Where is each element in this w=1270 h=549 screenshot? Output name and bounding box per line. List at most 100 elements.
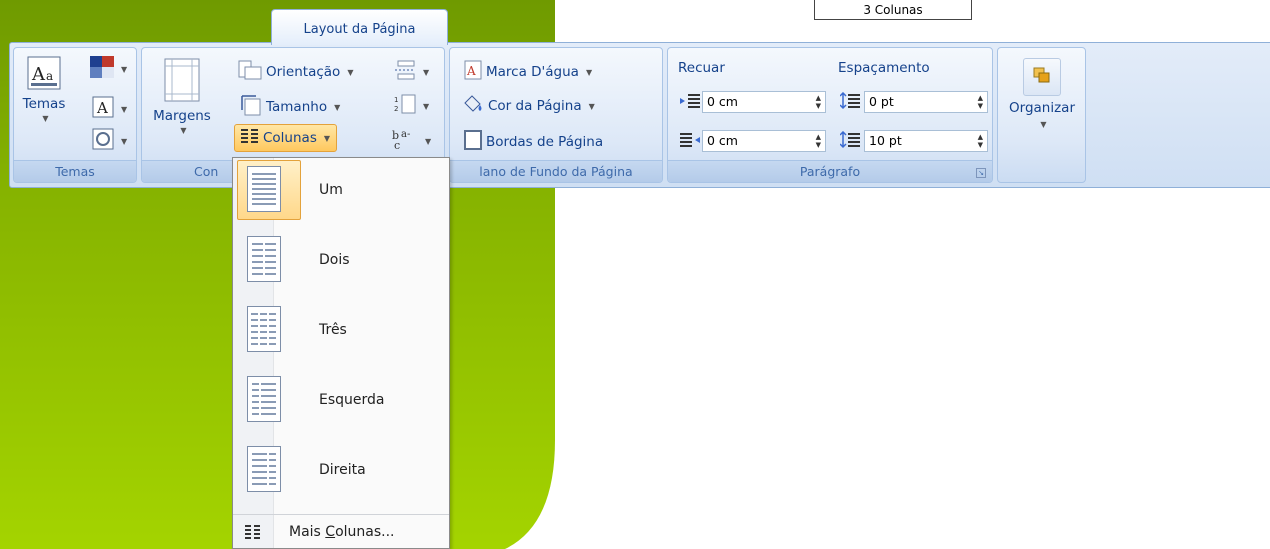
indent-right-value: 0 cm — [707, 133, 738, 148]
group-plano-de-fundo: A Marca D'água ▼ Cor da Página ▼ Bordas … — [449, 47, 663, 183]
more-columns-suffix: olunas... — [335, 524, 395, 540]
watermark-button[interactable]: A Marca D'água ▼ — [464, 60, 592, 84]
svg-text:1: 1 — [394, 96, 398, 104]
theme-colors-icon — [90, 56, 114, 82]
spacing-after-input[interactable]: 10 pt ▲ ▼ — [864, 130, 988, 152]
chevron-down-icon: ▼ — [121, 64, 128, 74]
indent-right-icon — [680, 133, 700, 153]
columns-caption-label: 3 Colunas — [814, 0, 972, 20]
right-column-icon — [247, 446, 281, 492]
theme-colors-button[interactable]: ▼ — [90, 56, 127, 82]
ribbon: Aa Temas ▼ ▼ A ▼ ▼ Temas Margens ▼ Orient… — [9, 42, 1270, 188]
margins-button[interactable]: Margens ▼ — [152, 58, 212, 135]
line-numbers-button[interactable]: 1 2 ▼ — [394, 94, 429, 118]
margins-label: Margens — [153, 108, 211, 124]
menu-item-label: Três — [319, 322, 347, 338]
svg-text:c: c — [394, 139, 400, 150]
group-label-temas: Temas — [14, 160, 136, 182]
columns-icon — [245, 525, 261, 543]
indent-left-icon — [680, 94, 700, 114]
theme-effects-icon — [92, 128, 114, 154]
chevron-down-icon: ▼ — [585, 67, 593, 77]
svg-text:a-: a- — [401, 129, 410, 140]
arrange-button[interactable]: Organizar ▼ — [1002, 58, 1082, 129]
spinner-arrows-icon[interactable]: ▲ ▼ — [816, 94, 821, 110]
group-temas: Aa Temas ▼ ▼ A ▼ ▼ Temas — [13, 47, 137, 183]
spinner-arrows-icon[interactable]: ▲ ▼ — [816, 133, 821, 149]
size-label: Tamanho — [266, 99, 328, 115]
spinner-arrows-icon[interactable]: ▲ ▼ — [978, 133, 983, 149]
columns-button[interactable]: Colunas ▼ — [234, 124, 338, 152]
tab-page-layout[interactable]: Layout da Página — [271, 9, 448, 45]
group-paragrafo: Recuar Espaçamento 0 cm ▲ ▼ 0 cm ▲ ▼ 0 pt ▲ ▼ … — [667, 47, 993, 183]
theme-fonts-icon: A — [92, 96, 114, 122]
arrange-icon — [1023, 58, 1061, 96]
watermark-label: Marca D'água — [486, 64, 579, 80]
chevron-down-icon: ▼ — [425, 136, 432, 146]
menu-item-dois[interactable]: Dois — [235, 228, 447, 292]
themes-button[interactable]: Aa Temas ▼ — [20, 56, 68, 138]
menu-item-direita[interactable]: Direita — [235, 438, 447, 502]
spacing-before-input[interactable]: 0 pt ▲ ▼ — [864, 91, 988, 113]
hyphenation-button[interactable]: b a-c ▼ — [392, 128, 431, 154]
spacing-after-value: 10 pt — [869, 133, 902, 148]
group-label-plano-de-fundo: lano de Fundo da Página — [450, 160, 662, 182]
svg-text:A: A — [96, 99, 108, 117]
spacing-before-value: 0 pt — [869, 94, 894, 109]
paint-bucket-icon — [462, 94, 484, 118]
svg-text:a: a — [46, 69, 53, 83]
chevron-down-icon: ▼ — [1040, 120, 1047, 129]
more-columns-accelerator: C — [325, 524, 336, 540]
svg-text:A: A — [466, 64, 476, 78]
orientation-button[interactable]: Orientação ▼ — [238, 60, 353, 84]
three-columns-icon — [247, 306, 281, 352]
page-color-button[interactable]: Cor da Página ▼ — [462, 94, 595, 118]
breaks-icon — [394, 60, 416, 84]
menu-item-tres[interactable]: Três — [235, 298, 447, 362]
chevron-down-icon: ▼ — [423, 101, 430, 111]
orientation-icon — [238, 60, 262, 84]
size-icon — [240, 94, 262, 120]
more-columns-prefix: Mais — [289, 524, 326, 540]
menu-item-um[interactable]: Um — [235, 158, 447, 222]
indent-left-input[interactable]: 0 cm ▲ ▼ — [702, 91, 826, 113]
breaks-button[interactable]: ▼ — [394, 60, 429, 84]
one-column-icon — [247, 166, 281, 212]
size-button[interactable]: Tamanho ▼ — [240, 94, 340, 120]
dialog-launcher-icon[interactable]: ↘ — [976, 168, 986, 178]
spacing-header: Espaçamento — [838, 60, 930, 76]
menu-item-more-columns[interactable]: Mais Colunas... — [233, 514, 449, 549]
menu-item-esquerda[interactable]: Esquerda — [235, 368, 447, 432]
menu-item-label: Direita — [319, 462, 366, 478]
spacing-after-icon — [839, 130, 860, 153]
page-color-label: Cor da Página — [488, 98, 582, 114]
indent-header: Recuar — [678, 60, 725, 76]
indent-right-input[interactable]: 0 cm ▲ ▼ — [702, 130, 826, 152]
group-label-paragrafo: Parágrafo — [668, 160, 992, 182]
menu-item-label: Dois — [319, 252, 350, 268]
columns-label: Colunas — [263, 130, 317, 146]
indent-left-value: 0 cm — [707, 94, 738, 109]
columns-icon — [241, 129, 259, 147]
spinner-arrows-icon[interactable]: ▲ ▼ — [978, 94, 983, 110]
orientation-label: Orientação — [266, 64, 341, 80]
svg-text:2: 2 — [394, 105, 398, 113]
columns-dropdown-menu: Um Dois Três Esquerda Direita Mais Colun… — [232, 157, 450, 549]
theme-effects-button[interactable]: ▼ — [92, 128, 127, 154]
line-numbers-icon: 12 — [394, 94, 416, 118]
margins-icon — [164, 58, 200, 106]
hyphenation-icon: b a-c — [392, 128, 418, 154]
theme-fonts-button[interactable]: A ▼ — [92, 96, 127, 122]
spacing-before-icon — [839, 91, 860, 114]
chevron-down-icon: ▼ — [588, 101, 595, 111]
two-columns-icon — [247, 236, 281, 282]
arrange-label: Organizar — [1009, 100, 1075, 116]
watermark-icon: A — [464, 60, 482, 84]
page-borders-label: Bordas de Página — [486, 134, 604, 150]
chevron-down-icon: ▼ — [347, 67, 354, 77]
chevron-down-icon: ▼ — [121, 136, 128, 146]
chevron-down-icon: ▼ — [323, 133, 331, 143]
page-borders-button[interactable]: Bordas de Página — [464, 130, 603, 154]
menu-item-label: Esquerda — [319, 392, 385, 408]
chevron-down-icon: ▼ — [423, 67, 430, 77]
